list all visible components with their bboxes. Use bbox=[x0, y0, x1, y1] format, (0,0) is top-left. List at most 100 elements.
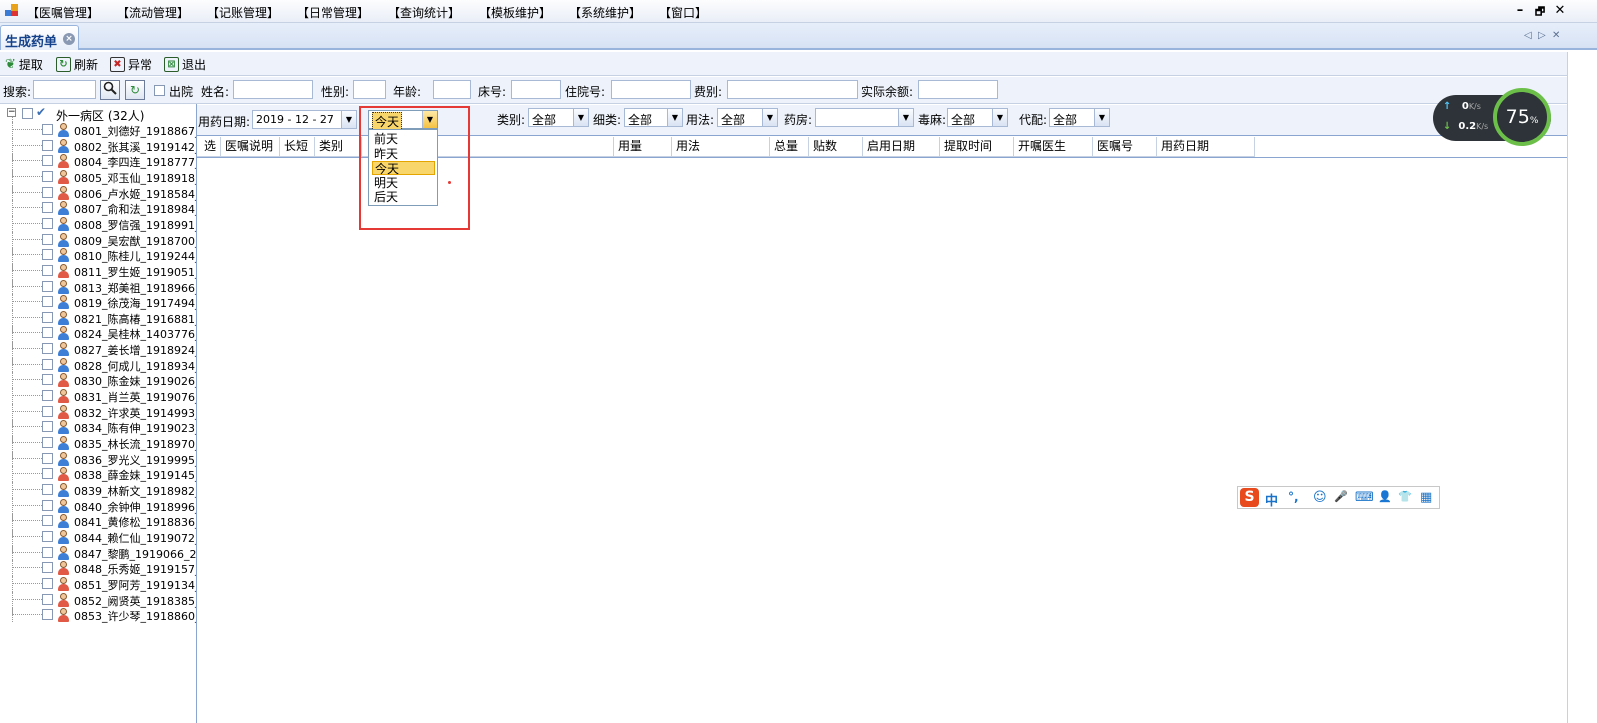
grid-body[interactable] bbox=[197, 157, 1567, 723]
patient-row[interactable]: 0836_罗光义_1919995_ bbox=[0, 450, 196, 467]
subcategory-select[interactable]: 全部 ▼ bbox=[624, 108, 683, 127]
emoji-icon[interactable]: ☺ bbox=[1313, 490, 1327, 505]
tab-close-all-icon[interactable]: ✕ bbox=[1552, 30, 1560, 41]
search-input[interactable] bbox=[33, 80, 96, 99]
patient-checkbox[interactable] bbox=[42, 296, 53, 308]
menu-daily[interactable]: 【日常管理】 bbox=[297, 4, 369, 21]
quick-date-option-selected[interactable]: 今天 bbox=[372, 161, 435, 176]
ime-mode-icon[interactable]: 中 bbox=[1265, 490, 1278, 509]
patient-checkbox[interactable] bbox=[42, 577, 53, 589]
reload-icon[interactable]: ↻ bbox=[125, 80, 145, 100]
patient-row[interactable]: 0810_陈桂儿_1919244_ bbox=[0, 247, 196, 263]
col-category[interactable]: 类别 bbox=[315, 137, 362, 156]
proxy-dropdown-icon[interactable]: ▼ bbox=[1094, 109, 1109, 126]
quick-date-option[interactable]: 明天 bbox=[372, 176, 435, 190]
search-icon[interactable] bbox=[100, 80, 120, 100]
usage-select[interactable]: 全部 ▼ bbox=[717, 108, 778, 127]
patient-row[interactable]: 0838_薛金妹_1919145_ bbox=[0, 466, 196, 482]
patient-checkbox[interactable] bbox=[42, 124, 53, 135]
patient-checkbox[interactable] bbox=[42, 593, 53, 605]
category-dropdown-icon[interactable]: ▼ bbox=[573, 109, 588, 126]
menu-templates[interactable]: 【模板维护】 bbox=[479, 4, 551, 21]
patient-row[interactable]: 0830_陈金妹_1919026_ bbox=[0, 372, 196, 388]
close-window-button[interactable]: ✕ bbox=[1552, 3, 1568, 18]
discharged-checkbox[interactable] bbox=[154, 85, 165, 96]
patient-row[interactable]: 0802_张其溪_1919142_ bbox=[0, 137, 196, 154]
tab-scroll-right-icon[interactable]: ▷ bbox=[1538, 30, 1546, 41]
category-select[interactable]: 全部 ▼ bbox=[528, 108, 589, 127]
patient-checkbox[interactable] bbox=[42, 530, 53, 542]
tab-close-icon[interactable]: × bbox=[63, 33, 75, 45]
patient-row[interactable]: 0840_余钟伸_1918996_ bbox=[0, 497, 196, 514]
date-picker[interactable]: 2019 - 12 - 27 ▼ bbox=[252, 110, 357, 129]
patient-checkbox[interactable] bbox=[42, 155, 53, 167]
patient-checkbox[interactable] bbox=[42, 186, 53, 198]
tab-scroll-left-icon[interactable]: ◁ bbox=[1524, 30, 1532, 41]
menu-orders[interactable]: 【医嘱管理】 bbox=[27, 4, 99, 21]
patient-row[interactable]: 0848_乐秀姬_1919157_ bbox=[0, 560, 196, 576]
skin-icon[interactable]: 👕 bbox=[1398, 490, 1412, 503]
patient-checkbox[interactable] bbox=[42, 374, 53, 386]
tree-root[interactable]: − ✔ 外一病区 (32人) bbox=[0, 105, 196, 123]
root-checkbox[interactable] bbox=[22, 108, 33, 119]
patient-checkbox[interactable] bbox=[42, 452, 53, 464]
quick-date-option[interactable]: 昨天 bbox=[372, 147, 435, 161]
patient-checkbox[interactable] bbox=[42, 233, 53, 245]
tab-generate-prescription[interactable]: 生成药单 × bbox=[0, 25, 79, 50]
patient-checkbox[interactable] bbox=[42, 609, 53, 621]
narcotic-select[interactable]: 全部 ▼ bbox=[947, 108, 1008, 127]
patient-row[interactable]: 0804_李四连_1918777_ bbox=[0, 153, 196, 169]
quick-date-dropdown-icon[interactable]: ▼ bbox=[422, 111, 437, 128]
extract-button[interactable]: ❦ 提取 bbox=[5, 55, 43, 73]
patient-checkbox[interactable] bbox=[42, 264, 53, 276]
patient-checkbox[interactable] bbox=[42, 515, 53, 527]
col-usage[interactable]: 用法 bbox=[672, 137, 770, 156]
patient-checkbox[interactable] bbox=[42, 437, 53, 448]
collapse-icon[interactable]: − bbox=[7, 108, 16, 117]
patient-row[interactable]: 0808_罗信强_1918991_ bbox=[0, 215, 196, 232]
col-med-date[interactable]: 用药日期 bbox=[1157, 137, 1255, 156]
punctuation-icon[interactable]: °, bbox=[1288, 490, 1299, 504]
pharmacy-select[interactable]: ▼ bbox=[815, 108, 914, 127]
patient-row[interactable]: 0844_赖仁仙_1919072_ bbox=[0, 528, 196, 545]
col-duration[interactable]: 长短 bbox=[280, 137, 315, 156]
patient-row[interactable]: 0834_陈有伸_1919023_ bbox=[0, 419, 196, 435]
patient-checkbox[interactable] bbox=[42, 358, 53, 370]
menu-system[interactable]: 【系统维护】 bbox=[569, 4, 641, 21]
minimize-button[interactable]: – bbox=[1512, 3, 1528, 18]
menu-flow[interactable]: 【流动管理】 bbox=[117, 4, 189, 21]
patient-row[interactable]: 0852_阙贤英_1918385_ bbox=[0, 591, 196, 608]
patient-checkbox[interactable] bbox=[42, 202, 53, 214]
patient-row[interactable]: 0841_黄修松_1918836_ bbox=[0, 513, 196, 529]
refresh-button[interactable]: ↻ 刷新 bbox=[56, 55, 98, 73]
patient-checkbox[interactable] bbox=[42, 327, 53, 339]
patient-checkbox[interactable] bbox=[42, 421, 53, 433]
patient-checkbox[interactable] bbox=[42, 311, 53, 323]
patient-row[interactable]: 0828_何成儿_1918934_ bbox=[0, 356, 196, 373]
menu-billing[interactable]: 【记账管理】 bbox=[207, 4, 279, 21]
proxy-select[interactable]: 全部 ▼ bbox=[1049, 108, 1110, 127]
quick-date-option[interactable]: 后天 bbox=[372, 190, 435, 204]
patient-row[interactable]: 0821_陈高椿_1916881_ bbox=[0, 309, 196, 326]
patient-checkbox[interactable] bbox=[42, 280, 53, 292]
menu-window[interactable]: 【窗口】 bbox=[659, 4, 707, 21]
pharmacy-dropdown-icon[interactable]: ▼ bbox=[898, 109, 913, 126]
col-order-desc[interactable]: 医嘱说明 bbox=[221, 137, 280, 156]
quick-date-select[interactable]: 今天 ▼ bbox=[368, 110, 438, 131]
patient-checkbox[interactable] bbox=[42, 139, 53, 151]
patient-row[interactable]: 0805_邓玉仙_1918918_ bbox=[0, 168, 196, 185]
patient-row[interactable]: 0827_姜长增_1918924_ bbox=[0, 341, 196, 357]
patient-row[interactable]: 0839_林新文_1918982_ bbox=[0, 481, 196, 498]
patient-row[interactable]: 0819_徐茂海_1917494_ bbox=[0, 294, 196, 310]
quick-date-option[interactable]: 前天 bbox=[372, 132, 435, 146]
patient-row[interactable]: 0853_许少琴_1918860_ bbox=[0, 607, 196, 623]
col-total[interactable]: 总量 bbox=[770, 137, 809, 156]
microphone-icon[interactable]: 🎤 bbox=[1334, 490, 1348, 503]
patient-row[interactable]: 0811_罗生姬_1919051_ bbox=[0, 262, 196, 279]
patient-checkbox[interactable] bbox=[42, 405, 53, 417]
exit-button[interactable]: ⊠ 退出 bbox=[164, 55, 206, 73]
menu-query[interactable]: 【查询统计】 bbox=[388, 4, 460, 21]
patient-row[interactable]: 0847_黎鹏_1919066_20 bbox=[0, 544, 196, 561]
patient-row[interactable]: 0801_刘德好_1918867_ bbox=[0, 122, 196, 138]
patient-row[interactable]: 0806_卢水姬_1918584_ bbox=[0, 184, 196, 201]
